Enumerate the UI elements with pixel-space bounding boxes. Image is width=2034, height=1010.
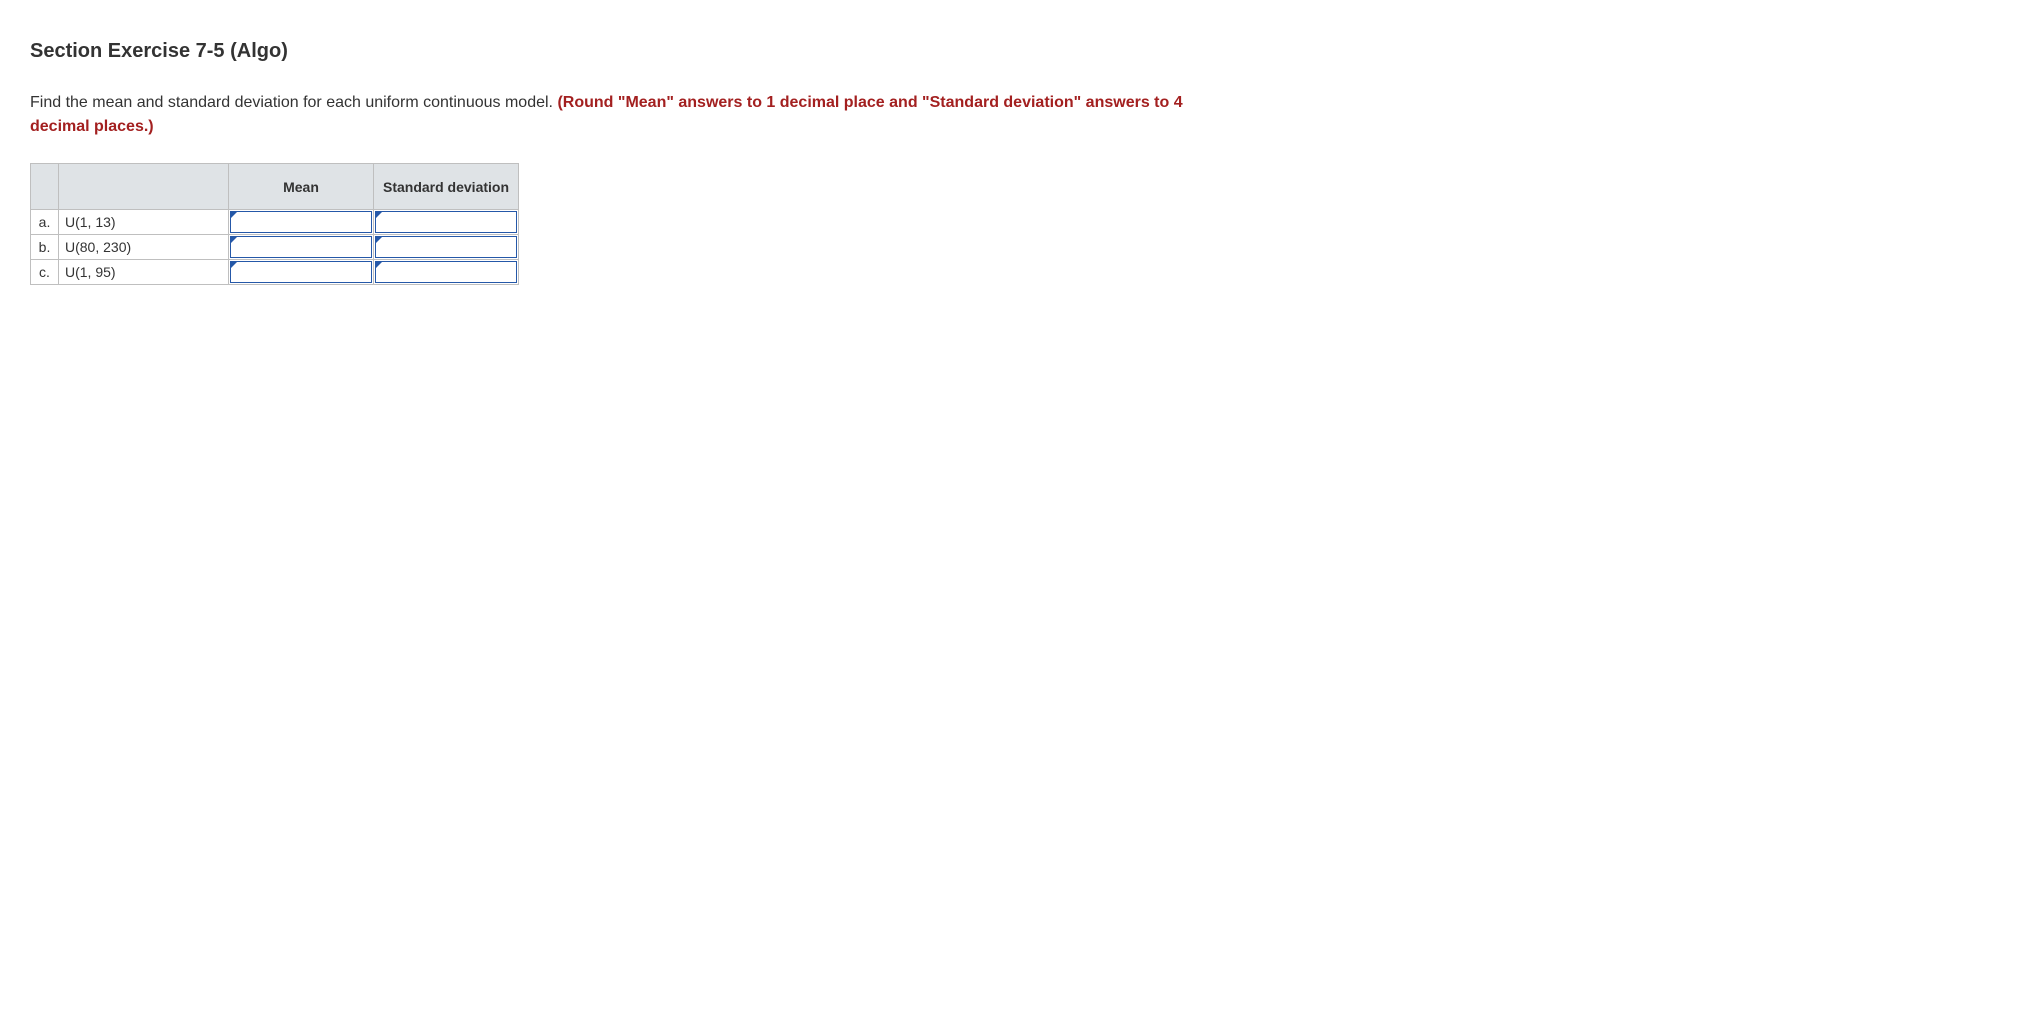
row-id: c. — [31, 260, 59, 285]
header-blank-1 — [31, 164, 59, 210]
answer-table: Mean Standard deviation a. U(1, 13) b. U… — [30, 163, 519, 285]
stddev-cell — [374, 260, 519, 285]
input-wrap — [375, 261, 517, 283]
row-distribution: U(1, 13) — [59, 210, 229, 235]
input-wrap — [375, 211, 517, 233]
mean-input-c[interactable] — [231, 262, 371, 282]
header-mean: Mean — [229, 164, 374, 210]
input-wrap — [230, 211, 372, 233]
stddev-input-c[interactable] — [376, 262, 516, 282]
section-title: Section Exercise 7-5 (Algo) — [30, 40, 2004, 63]
mean-input-a[interactable] — [231, 212, 371, 232]
row-distribution: U(80, 230) — [59, 235, 229, 260]
input-wrap — [230, 236, 372, 258]
input-wrap — [230, 261, 372, 283]
header-blank-2 — [59, 164, 229, 210]
stddev-input-b[interactable] — [376, 237, 516, 257]
mean-cell — [229, 235, 374, 260]
row-id: b. — [31, 235, 59, 260]
mean-input-b[interactable] — [231, 237, 371, 257]
stddev-input-a[interactable] — [376, 212, 516, 232]
instructions: Find the mean and standard deviation for… — [30, 91, 1230, 139]
table-row: c. U(1, 95) — [31, 260, 519, 285]
table-header-row: Mean Standard deviation — [31, 164, 519, 210]
stddev-cell — [374, 210, 519, 235]
mean-cell — [229, 260, 374, 285]
stddev-cell — [374, 235, 519, 260]
table-row: b. U(80, 230) — [31, 235, 519, 260]
instructions-text: Find the mean and standard deviation for… — [30, 94, 557, 111]
input-wrap — [375, 236, 517, 258]
table-row: a. U(1, 13) — [31, 210, 519, 235]
row-id: a. — [31, 210, 59, 235]
mean-cell — [229, 210, 374, 235]
header-stddev: Standard deviation — [374, 164, 519, 210]
row-distribution: U(1, 95) — [59, 260, 229, 285]
